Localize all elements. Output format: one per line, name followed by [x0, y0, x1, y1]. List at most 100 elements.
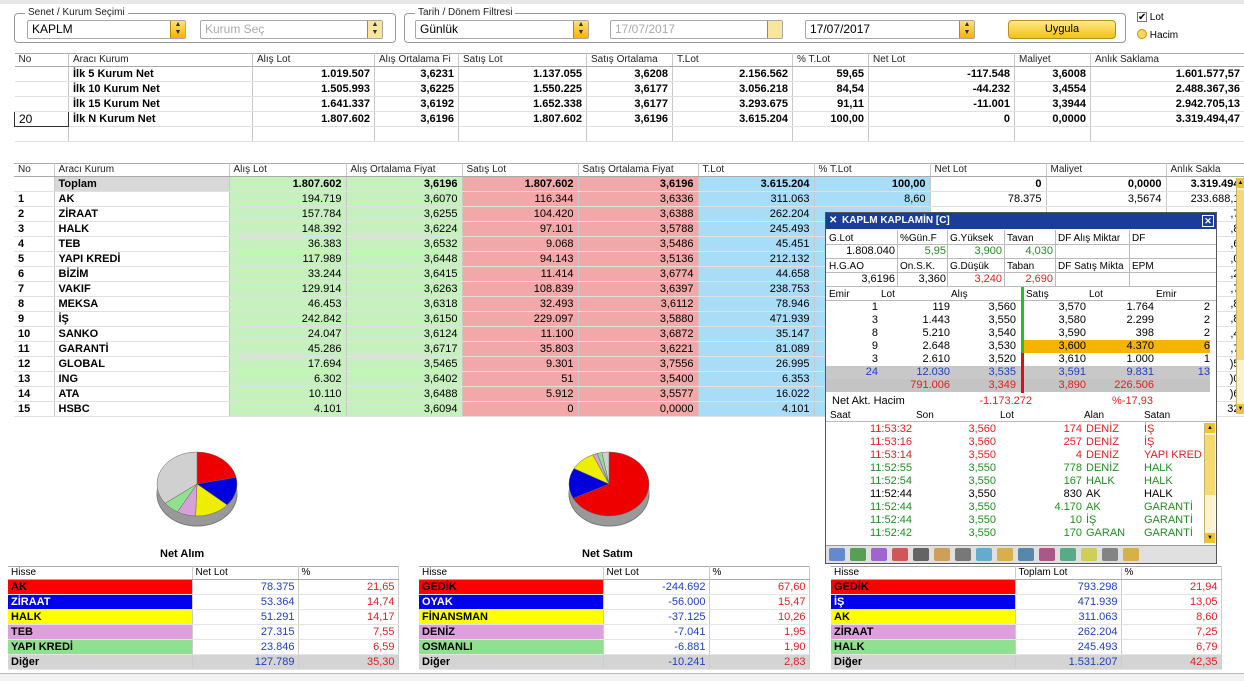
- lot-checkbox[interactable]: ✔ Lot: [1137, 12, 1164, 24]
- table-row[interactable]: TEB 27.315 7,55: [8, 624, 399, 640]
- table-row[interactable]: HALK 245.493 6,79: [831, 639, 1222, 655]
- settings-icon[interactable]: [871, 548, 887, 561]
- scroll-thumb[interactable]: [1237, 190, 1244, 360]
- magnifier-icon[interactable]: [1060, 548, 1076, 561]
- table-row[interactable]: AK 78.375 21,65: [8, 579, 399, 595]
- table-cell: [868, 126, 1015, 142]
- lot-cell: -37.125: [603, 609, 710, 625]
- bars-icon[interactable]: [1081, 548, 1097, 561]
- column-header: Hisse: [8, 566, 193, 580]
- book-cell: 3: [871, 314, 878, 326]
- arrows-icon[interactable]: [934, 548, 950, 561]
- table-cell: [1090, 126, 1244, 142]
- close-icon[interactable]: ✕: [829, 213, 837, 229]
- trade-cell: 11:53:32: [869, 423, 912, 435]
- table-cell: 45.286: [229, 341, 347, 357]
- trade-cell: DENİZ: [1086, 423, 1119, 435]
- table-row[interactable]: İlk 15 Kurum Net 1.641.337 3,6192 1.652.338…: [14, 96, 1244, 112]
- table-row[interactable]: İŞ 471.939 13,05: [831, 594, 1222, 610]
- table-row[interactable]: Diğer -10.241 2,83: [419, 654, 810, 670]
- table-cell: 45.451: [698, 236, 815, 252]
- trades-scrollbar[interactable]: ▲ ▼: [1204, 423, 1215, 543]
- book-cell: 2.648: [922, 340, 950, 352]
- trade-cell: DENİZ: [1086, 462, 1119, 474]
- table-row[interactable]: OSMANLI -6.881 1,90: [419, 639, 810, 655]
- trade-cell: 3,550: [968, 462, 996, 474]
- table-cell: 0,0000: [1014, 111, 1091, 127]
- percent-cell: 2,83: [709, 654, 810, 670]
- apply-button[interactable]: Uygula: [1008, 20, 1116, 39]
- trade-cell: GARAN: [1086, 527, 1126, 539]
- table-row[interactable]: GEDİK -244.692 67,60: [419, 579, 810, 595]
- table-row[interactable]: İlk 5 Kurum Net 1.019.507 3,6231 1.137.055 3…: [14, 66, 1244, 82]
- tools-icon[interactable]: [1039, 548, 1055, 561]
- table-cell: 3,6402: [346, 371, 463, 387]
- scroll-up-icon[interactable]: ▲: [1237, 178, 1244, 188]
- scroll-down-icon[interactable]: ▼: [1237, 404, 1244, 414]
- table-cell: 148.392: [229, 221, 347, 237]
- close-icon[interactable]: ✕: [1202, 215, 1214, 227]
- table-cell: 157.784: [229, 206, 347, 222]
- table-row[interactable]: Diğer 1.531.207 42,35: [831, 654, 1222, 670]
- net-volume-label: Net Akt. Hacim: [832, 395, 905, 407]
- table-row[interactable]: ZİRAAT 53.364 14,74: [8, 594, 399, 610]
- hacim-radio[interactable]: Hacim: [1137, 29, 1178, 42]
- chart-icon[interactable]: [829, 548, 845, 561]
- depth-window-titlebar[interactable]: ✕ KAPLM KAPLAMİN [C] ✕: [826, 213, 1216, 229]
- period-select[interactable]: Günlük ▲ ▼: [415, 20, 589, 39]
- broker-select[interactable]: Kurum Seç ▲ ▼: [200, 20, 383, 39]
- table-cell: 3,7556: [578, 356, 699, 372]
- table-row[interactable]: DENİZ -7.041 1,95: [419, 624, 810, 640]
- period-select-value: Günlük: [420, 22, 459, 36]
- table-row[interactable]: OYAK -56.000 15,47: [419, 594, 810, 610]
- column-header: Maliyet: [1046, 163, 1167, 177]
- table-row[interactable]: 1 AK 194.719 3,6070 116.344 3,6336 311.063 8,60…: [14, 191, 1244, 207]
- table-row[interactable]: ZİRAAT 262.204 7,25: [831, 624, 1222, 640]
- chevron-updown-icon: ▲ ▼: [573, 21, 588, 38]
- table-row[interactable]: AK 311.063 8,60: [831, 609, 1222, 625]
- star-icon[interactable]: [1123, 548, 1139, 561]
- alim-header-row: Hisse Net Lot%: [8, 566, 399, 580]
- sigma-icon[interactable]: [913, 548, 929, 561]
- matriks-icon[interactable]: [892, 548, 908, 561]
- table-row[interactable]: HALK 51.291 14,17: [8, 609, 399, 625]
- scroll-thumb[interactable]: [1205, 435, 1215, 495]
- stock-select[interactable]: KAPLM ▲ ▼: [27, 20, 186, 39]
- depth-window[interactable]: ✕ KAPLM KAPLAMİN [C] ✕ G.Lot %Gün.F G.Yüks…: [825, 212, 1217, 564]
- total-cell: 1.807.602: [229, 176, 347, 192]
- table-cell: 1: [14, 191, 55, 207]
- lot-cell: 27.315: [192, 624, 299, 640]
- divider: [826, 272, 1216, 273]
- calculator-icon[interactable]: [976, 548, 992, 561]
- camera-icon[interactable]: [850, 548, 866, 561]
- lot-cell: 127.789: [192, 654, 299, 670]
- net-volume-row: Net Akt. Hacim -1.173.272 %-17,93: [826, 394, 1216, 408]
- book-cell: 12.030: [916, 366, 950, 378]
- lot-cell: 471.939: [1015, 594, 1122, 610]
- book-cell: 3,550: [988, 314, 1016, 326]
- row-no-cell: [14, 66, 69, 82]
- info-value: 5,95: [924, 245, 946, 257]
- scroll-down-icon[interactable]: ▼: [1205, 533, 1215, 543]
- info-value: 3,6196: [861, 273, 895, 285]
- n-count-input[interactable]: 20: [14, 111, 69, 127]
- table-row[interactable]: Diğer 127.789 35,30: [8, 654, 399, 670]
- date-to-field[interactable]: 17/07/2017 ▲ ▼: [805, 20, 975, 39]
- book-cell: 3,590: [1058, 327, 1086, 339]
- chart-line-icon[interactable]: [1018, 548, 1034, 561]
- table-scrollbar[interactable]: ▲ ▼: [1236, 178, 1244, 414]
- table-row[interactable]: 20 İlk N Kurum Net 1.807.602 3,6196 1.807.60…: [14, 111, 1244, 127]
- folder-icon[interactable]: [997, 548, 1013, 561]
- table-row[interactable]: FİNANSMAN -37.125 10,26: [419, 609, 810, 625]
- table-row[interactable]: YAPI KREDİ 23.846 6,59: [8, 639, 399, 655]
- table-row[interactable]: GEDİK 793.298 21,94: [831, 579, 1222, 595]
- book-cell: 9.831: [1126, 366, 1154, 378]
- document-icon[interactable]: [955, 548, 971, 561]
- print-icon[interactable]: [1102, 548, 1118, 561]
- percent-cell: 6,79: [1121, 639, 1222, 655]
- date-from-field[interactable]: 17/07/2017: [610, 20, 783, 39]
- scroll-up-icon[interactable]: ▲: [1205, 423, 1215, 433]
- table-row[interactable]: İlk 10 Kurum Net 1.505.993 3,6225 1.550.225…: [14, 81, 1244, 97]
- table-cell: 11.414: [462, 266, 579, 282]
- table-cell: [14, 126, 69, 142]
